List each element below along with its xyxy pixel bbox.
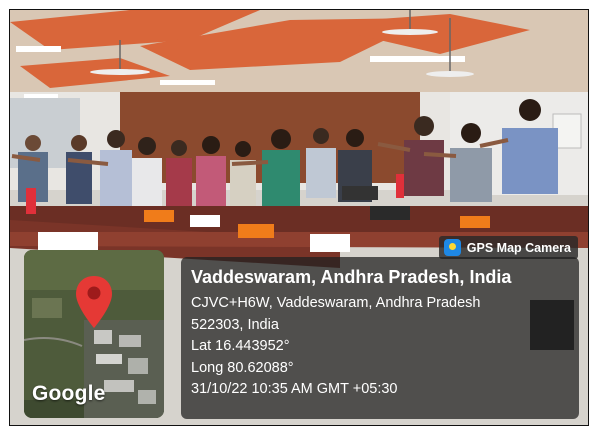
address-line-2: 522303, India xyxy=(191,316,279,333)
photo-frame: GPS Map Camera Google Vaddeswaram, Andhr… xyxy=(9,9,589,426)
longitude: Long 80.62088° xyxy=(191,359,294,376)
place-title: Vaddeswaram, Andhra Pradesh, India xyxy=(191,267,512,287)
satellite-map-thumbnail: Google xyxy=(24,250,164,418)
gps-map-camera-label: GPS Map Camera xyxy=(466,240,571,255)
location-pin-icon xyxy=(76,276,112,328)
address-line-1: CJVC+H6W, Vaddeswaram, Andhra Pradesh xyxy=(191,295,481,311)
google-watermark: Google xyxy=(32,382,106,405)
latitude: Lat 16.443952° xyxy=(191,338,290,354)
gps-map-camera-tag: GPS Map Camera xyxy=(438,236,578,259)
timestamp: 31/10/22 10:35 AM GMT +05:30 xyxy=(191,381,398,397)
gps-map-camera-app-icon xyxy=(443,239,461,256)
location-info-panel: Vaddeswaram, Andhra Pradesh, India CJVC+… xyxy=(181,257,579,419)
